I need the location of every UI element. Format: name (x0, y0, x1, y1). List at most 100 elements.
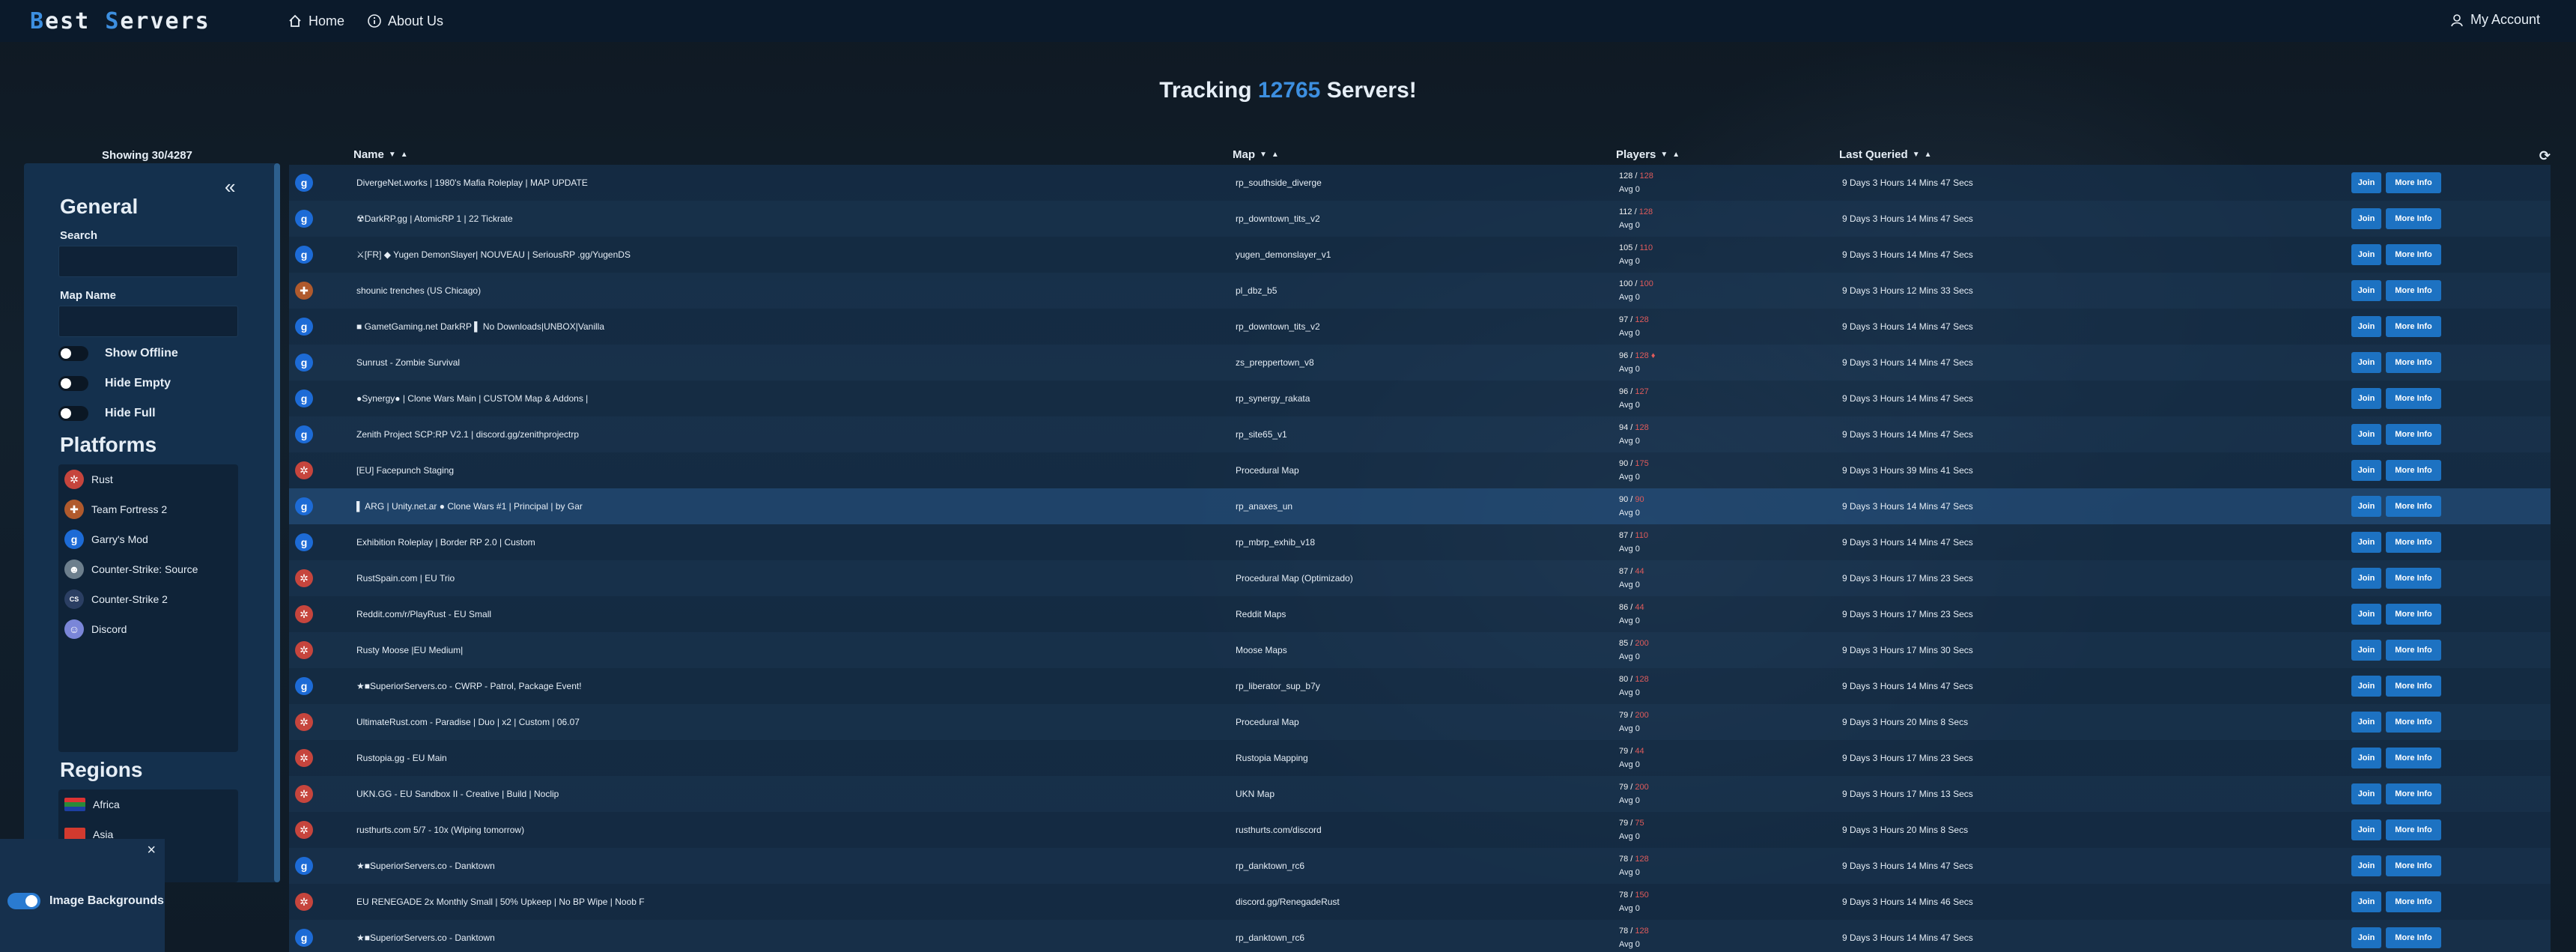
toggle-switch-on[interactable] (7, 893, 40, 909)
join-button[interactable]: Join (2351, 388, 2381, 409)
table-row[interactable]: g DivergeNet.works | 1980's Mafia Rolepla… (289, 165, 2551, 201)
more-info-button[interactable]: More Info (2386, 496, 2441, 517)
more-info-button[interactable]: More Info (2386, 927, 2441, 948)
table-row[interactable]: ✲ Reddit.com/r/PlayRust - EU Small Reddit … (289, 596, 2551, 632)
join-button[interactable]: Join (2351, 783, 2381, 804)
join-button[interactable]: Join (2351, 568, 2381, 589)
toggle-switch[interactable] (58, 346, 88, 361)
join-button[interactable]: Join (2351, 748, 2381, 768)
join-button[interactable]: Join (2351, 855, 2381, 876)
table-row[interactable]: g ▌ ARG | Unity.net.ar ● Clone Wars #1 | … (289, 488, 2551, 524)
platform-item-gmod[interactable]: g Garry's Mod (58, 524, 238, 554)
join-button[interactable]: Join (2351, 712, 2381, 733)
more-info-button[interactable]: More Info (2386, 783, 2441, 804)
close-icon[interactable]: × (147, 842, 156, 859)
join-button[interactable]: Join (2351, 676, 2381, 697)
more-info-button[interactable]: More Info (2386, 568, 2441, 589)
sort-desc-icon[interactable]: ▼ (1913, 151, 1920, 159)
join-button[interactable]: Join (2351, 352, 2381, 373)
sort-desc-icon[interactable]: ▼ (389, 151, 396, 159)
join-button[interactable]: Join (2351, 424, 2381, 445)
table-row[interactable]: ✲ UKN.GG - EU Sandbox II - Creative | Bui… (289, 776, 2551, 812)
toggle-switch[interactable] (58, 376, 88, 391)
join-button[interactable]: Join (2351, 532, 2381, 553)
table-row[interactable]: ✲ EU RENEGADE 2x Monthly Small | 50% Upke… (289, 884, 2551, 920)
refresh-icon[interactable]: ⟳ (2539, 148, 2551, 164)
sort-players-header[interactable]: Players ▼ ▲ (1616, 148, 1680, 161)
sort-asc-icon[interactable]: ▲ (1925, 151, 1932, 159)
more-info-button[interactable]: More Info (2386, 352, 2441, 373)
table-row[interactable]: g ●Synergy● | Clone Wars Main | CUSTOM Ma… (289, 381, 2551, 416)
table-row[interactable]: ✲ rusthurts.com 5/7 - 10x (Wiping tomorro… (289, 812, 2551, 848)
image-backgrounds-toggle[interactable]: Image Backgrounds (7, 893, 164, 909)
more-info-button[interactable]: More Info (2386, 316, 2441, 337)
sort-desc-icon[interactable]: ▼ (1660, 151, 1668, 159)
platform-item-discord[interactable]: ☺ Discord (58, 614, 238, 644)
table-row[interactable]: g ★■SuperiorServers.co - Danktown rp_dankt… (289, 848, 2551, 884)
brand-logo[interactable]: Best Servers (30, 8, 255, 34)
more-info-button[interactable]: More Info (2386, 604, 2441, 625)
nav-home-link[interactable]: Home (288, 13, 344, 29)
region-item-africa[interactable]: Africa (58, 789, 238, 819)
platform-item-cs2[interactable]: CS Counter-Strike 2 (58, 584, 238, 614)
table-row[interactable]: g ★■SuperiorServers.co - Danktown rp_dankt… (289, 920, 2551, 952)
more-info-button[interactable]: More Info (2386, 891, 2441, 912)
table-row[interactable]: ✚ shounic trenches (US Chicago) pl_dbz_b5 1… (289, 273, 2551, 309)
more-info-button[interactable]: More Info (2386, 748, 2441, 768)
more-info-button[interactable]: More Info (2386, 532, 2441, 553)
table-row[interactable]: ✲ RustSpain.com | EU Trio Procedural Map (… (289, 560, 2551, 596)
hide-empty-toggle[interactable]: Hide Empty (58, 376, 171, 391)
more-info-button[interactable]: More Info (2386, 676, 2441, 697)
table-row[interactable]: g Zenith Project SCP:RP V2.1 | discord.gg… (289, 416, 2551, 452)
collapse-sidebar-button[interactable]: « (225, 175, 235, 198)
more-info-button[interactable]: More Info (2386, 712, 2441, 733)
join-button[interactable]: Join (2351, 460, 2381, 481)
search-input[interactable] (58, 246, 238, 277)
join-button[interactable]: Join (2351, 208, 2381, 229)
join-button[interactable]: Join (2351, 927, 2381, 948)
sort-desc-icon[interactable]: ▼ (1260, 151, 1267, 159)
toggle-switch[interactable] (58, 406, 88, 421)
platform-item-tf2[interactable]: ✚ Team Fortress 2 (58, 494, 238, 524)
table-row[interactable]: g Exhibition Roleplay | Border RP 2.0 | C… (289, 524, 2551, 560)
sort-asc-icon[interactable]: ▲ (1272, 151, 1279, 159)
sidebar-scrollbar[interactable] (274, 163, 280, 882)
join-button[interactable]: Join (2351, 640, 2381, 661)
sort-asc-icon[interactable]: ▲ (401, 151, 408, 159)
sort-asc-icon[interactable]: ▲ (1672, 151, 1680, 159)
map-name-input[interactable] (58, 306, 238, 337)
join-button[interactable]: Join (2351, 244, 2381, 265)
join-button[interactable]: Join (2351, 280, 2381, 301)
nav-about-link[interactable]: About Us (367, 13, 443, 29)
more-info-button[interactable]: More Info (2386, 460, 2441, 481)
join-button[interactable]: Join (2351, 496, 2381, 517)
table-row[interactable]: ✲ UltimateRust.com - Paradise | Duo | x2 … (289, 704, 2551, 740)
hide-full-toggle[interactable]: Hide Full (58, 406, 156, 421)
table-row[interactable]: ✲ Rusty Moose |EU Medium| Moose Maps 85 / 2… (289, 632, 2551, 668)
table-row[interactable]: g Sunrust - Zombie Survival zs_preppertown… (289, 345, 2551, 381)
more-info-button[interactable]: More Info (2386, 244, 2441, 265)
table-row[interactable]: g ★■SuperiorServers.co - CWRP - Patrol, P… (289, 668, 2551, 704)
join-button[interactable]: Join (2351, 604, 2381, 625)
more-info-button[interactable]: More Info (2386, 208, 2441, 229)
platform-item-css[interactable]: ☻ Counter-Strike: Source (58, 554, 238, 584)
sort-last-queried-header[interactable]: Last Queried ▼ ▲ (1839, 148, 1932, 161)
more-info-button[interactable]: More Info (2386, 424, 2441, 445)
table-row[interactable]: g ⚔[FR] ◆ Yugen DemonSlayer| NOUVEAU | Se… (289, 237, 2551, 273)
table-row[interactable]: ✲ [EU] Facepunch Staging Procedural Map 90 … (289, 452, 2551, 488)
join-button[interactable]: Join (2351, 819, 2381, 840)
join-button[interactable]: Join (2351, 316, 2381, 337)
more-info-button[interactable]: More Info (2386, 855, 2441, 876)
platform-item-rust[interactable]: ✲ Rust (58, 464, 238, 494)
show-offline-toggle[interactable]: Show Offline (58, 346, 178, 361)
sort-map-header[interactable]: Map ▼ ▲ (1233, 148, 1279, 161)
more-info-button[interactable]: More Info (2386, 388, 2441, 409)
sort-name-header[interactable]: Name ▼ ▲ (353, 148, 408, 161)
more-info-button[interactable]: More Info (2386, 819, 2441, 840)
more-info-button[interactable]: More Info (2386, 172, 2441, 193)
more-info-button[interactable]: More Info (2386, 640, 2441, 661)
join-button[interactable]: Join (2351, 172, 2381, 193)
table-row[interactable]: g ■ GametGaming.net DarkRP ▌ No Downloads… (289, 309, 2551, 345)
join-button[interactable]: Join (2351, 891, 2381, 912)
my-account-link[interactable]: My Account (2449, 12, 2540, 28)
